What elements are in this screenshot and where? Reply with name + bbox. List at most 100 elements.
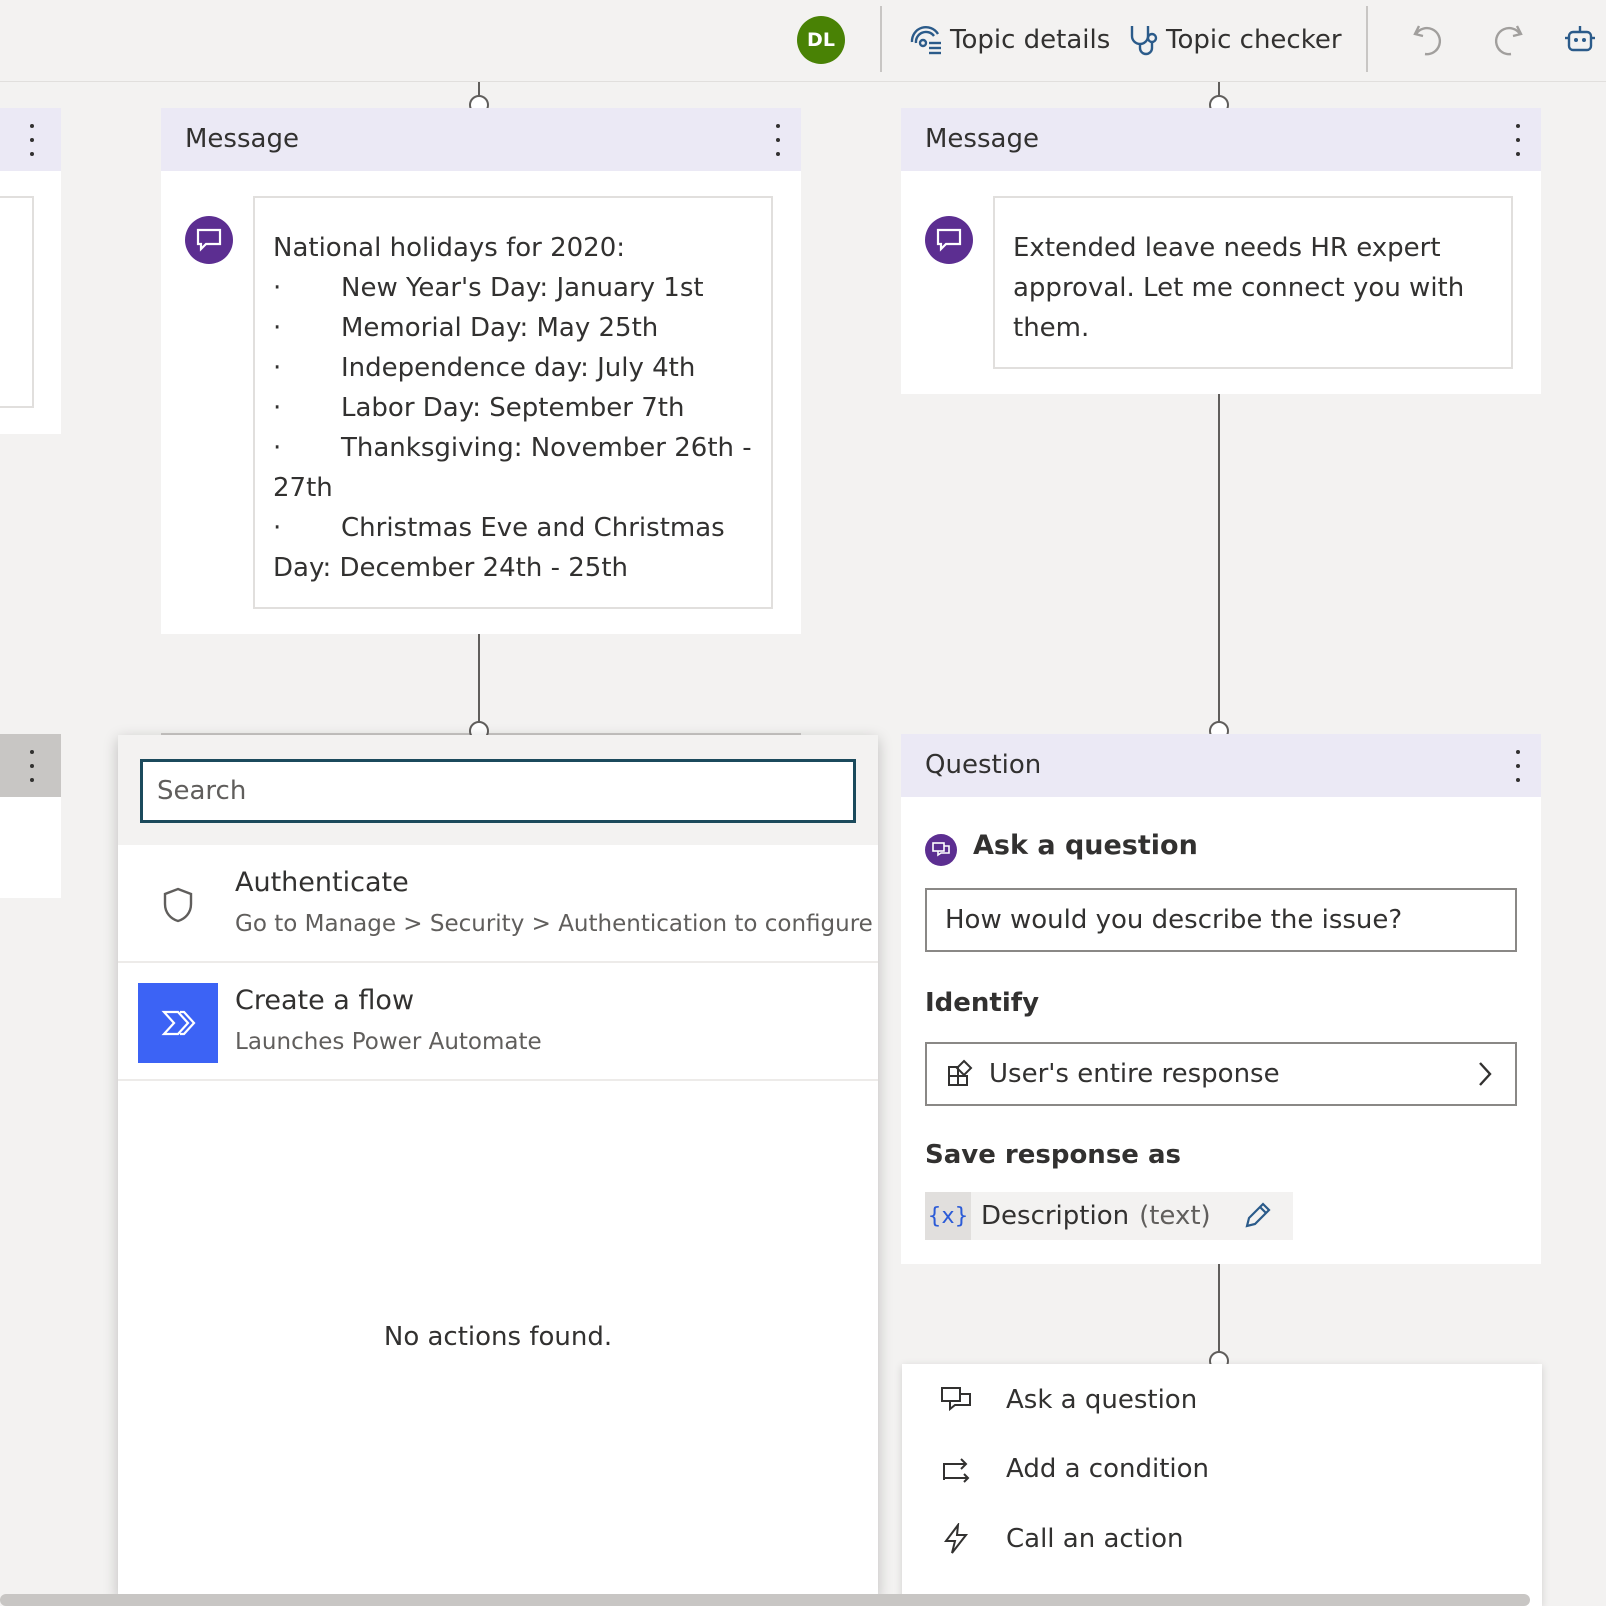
message-line: · Independence day: July 4th [273,348,753,388]
test-bot-button[interactable] [1560,20,1600,60]
menu-item-call-action[interactable]: Call an action [902,1511,1542,1567]
identify-selector[interactable]: User's entire response [925,1042,1517,1106]
variable-icon: {x} [925,1192,971,1240]
top-toolbar: DL Topic details Topic checker [0,0,1606,82]
connector-line [478,634,480,734]
message-line: 27th [273,468,753,508]
power-automate-icon [138,983,218,1063]
menu-item-label: Add a condition [1006,1454,1210,1484]
action-item-title: Create a flow [235,985,415,1016]
identify-value: User's entire response [989,1059,1280,1089]
more-options-icon[interactable] [773,124,783,156]
message-line-text: Day: December 24th - 25th [273,553,628,583]
more-options-icon[interactable] [27,124,37,156]
partial-node-card [0,108,61,434]
topic-details-button[interactable]: Topic details [908,18,1110,62]
undo-button[interactable] [1408,20,1448,60]
message-line-text: Christmas Eve and Christmas [341,513,725,543]
call-action-panel: Authenticate Go to Manage > Security > A… [118,735,878,1597]
card-title: Question [925,750,1042,780]
toolbar-divider [880,6,882,72]
message-text-box[interactable]: Extended leave needs HR expert approval. … [993,196,1513,369]
horizontal-scrollbar[interactable] [0,1594,1530,1606]
action-item-authenticate[interactable]: Authenticate Go to Manage > Security > A… [118,845,878,963]
message-line: approval. Let me connect you with [1013,273,1465,303]
message-line: · New Year's Day: January 1st [273,268,753,308]
chevron-right-icon [1479,1062,1492,1086]
message-line-text: 27th [273,473,333,503]
variable-chip[interactable]: {x} Description (text) [925,1192,1293,1240]
condition-icon [940,1454,998,1484]
stethoscope-icon [1130,26,1158,56]
menu-item-ask-question[interactable]: Ask a question [902,1372,1542,1428]
chat-message-icon [925,216,973,264]
save-response-label: Save response as [925,1140,1182,1170]
toolbar-divider [1366,6,1368,72]
more-options-icon[interactable] [1513,124,1523,156]
variable-name: Description [981,1201,1130,1231]
search-area [118,735,878,845]
undo-icon [1413,25,1442,56]
card-title: Message [925,124,1039,154]
topic-details-label: Topic details [950,25,1111,55]
more-options-icon[interactable] [27,750,37,782]
message-text-box[interactable]: National holidays for 2020: · New Year's D… [253,196,773,609]
message-node-card[interactable]: Message National holidays for 2020: · New … [161,108,801,634]
lightning-icon [940,1523,998,1555]
entity-icon [948,1059,973,1086]
add-node-menu: Ask a question Add a condition Call an a… [902,1364,1542,1606]
card-header: Question [901,734,1541,797]
bullet-point: · [273,353,282,383]
ask-question-icon [925,834,957,866]
menu-item-label: Call an action [1006,1524,1184,1554]
redo-button[interactable] [1488,20,1528,60]
user-avatar[interactable]: DL [797,16,845,64]
action-item-title: Authenticate [235,867,409,898]
message-line-text: Independence day: July 4th [341,353,696,383]
topic-details-icon [910,26,941,55]
message-line: · Christmas Eve and Christmas [273,508,753,548]
action-item-subtitle: Go to Manage > Security > Authentication… [235,911,873,937]
message-line: · Thanksgiving: November 26th - [273,428,753,468]
connector-line [1218,394,1220,734]
bullet-point: · [273,393,282,423]
message-line: Extended leave needs HR expert [1013,233,1441,263]
search-input[interactable] [140,759,856,823]
redo-icon [1494,25,1523,56]
identify-label: Identify [925,988,1040,1018]
card-title: Message [185,124,299,154]
pencil-icon[interactable] [1241,1200,1273,1232]
action-item-subtitle: Launches Power Automate [235,1029,542,1055]
message-line: National holidays for 2020: [273,228,753,268]
message-line-text: National holidays for 2020: [273,233,626,263]
shield-icon [138,865,218,945]
message-line: · Memorial Day: May 25th [273,308,753,348]
connector-line [1218,1264,1220,1354]
message-line: · Labor Day: September 7th [273,388,753,428]
question-node-card[interactable]: Question Ask a question How would you de… [901,734,1541,1264]
bot-icon [1565,26,1595,52]
question-text: How would you describe the issue? [945,905,1403,935]
action-item-create-flow[interactable]: Create a flow Launches Power Automate [118,963,878,1081]
menu-item-label: Ask a question [1006,1385,1198,1415]
more-options-icon[interactable] [1513,750,1523,782]
menu-item-add-condition[interactable]: Add a condition [902,1441,1542,1497]
partial-message-box [0,196,34,408]
question-text-field[interactable]: How would you describe the issue? [925,888,1517,952]
bullet-point: · [273,313,282,343]
message-line: Day: December 24th - 25th [273,548,753,588]
message-line-text: Labor Day: September 7th [341,393,685,423]
message-line-text: Thanksgiving: November 26th - [341,433,752,463]
message-node-card[interactable]: Message Extended leave needs HR expert ap… [901,108,1541,394]
ask-question-icon [940,1385,998,1415]
topic-checker-label: Topic checker [1166,25,1342,55]
bullet-point: · [273,273,282,303]
chat-message-icon [185,216,233,264]
ask-question-label: Ask a question [973,830,1198,861]
card-header: Message [161,108,801,171]
message-line-text: Memorial Day: May 25th [341,313,659,343]
topic-checker-button[interactable]: Topic checker [1126,18,1342,62]
card-header: Message [901,108,1541,171]
message-line: them. [1013,313,1090,343]
partial-node-card [0,734,61,898]
